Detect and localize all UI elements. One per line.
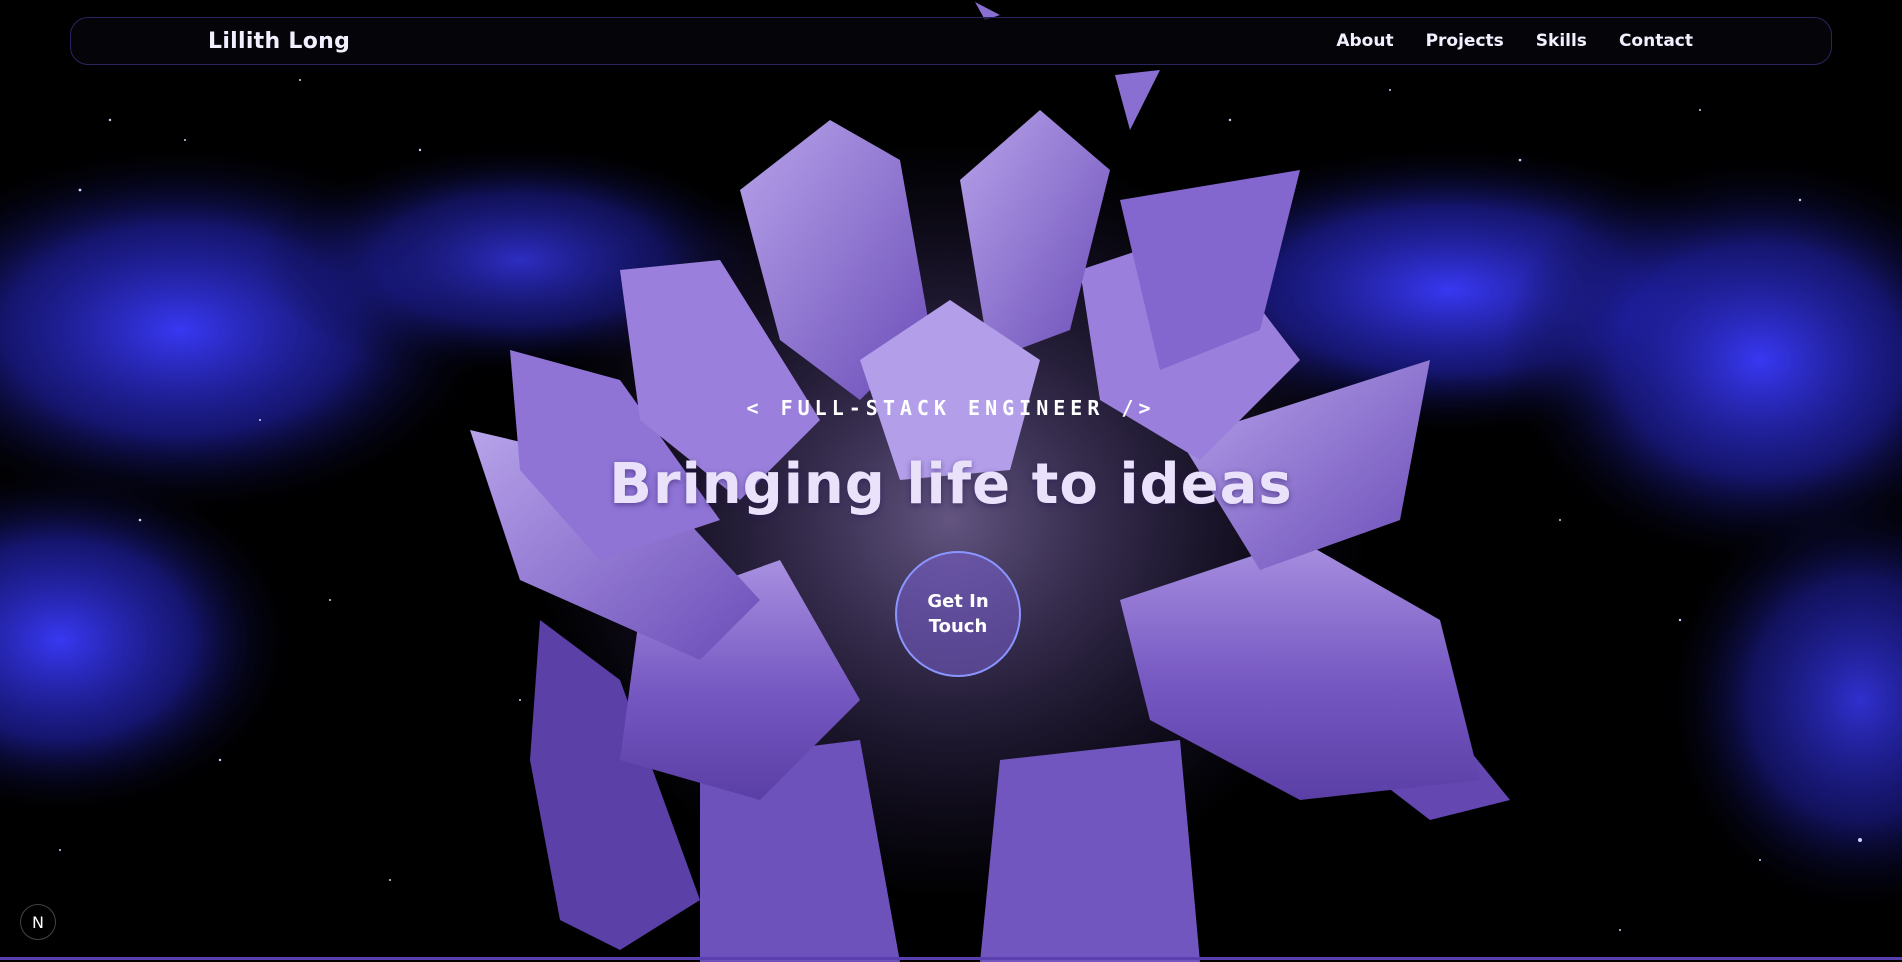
get-in-touch-button[interactable]: Get In Touch [895, 551, 1021, 677]
nextjs-dev-badge[interactable]: N [20, 904, 56, 940]
top-navbar: Lillith Long About Projects Skills Conta… [70, 17, 1832, 65]
nav-link-about[interactable]: About [1336, 31, 1393, 51]
hero-tagline: < FULL-STACK ENGINEER /> [746, 396, 1156, 420]
nav-link-projects[interactable]: Projects [1426, 31, 1504, 51]
nav-link-skills[interactable]: Skills [1536, 31, 1587, 51]
nav-links: About Projects Skills Contact [1336, 31, 1693, 51]
hero-section: < FULL-STACK ENGINEER /> Bringing life t… [0, 0, 1902, 962]
nav-link-contact[interactable]: Contact [1619, 31, 1693, 51]
get-in-touch-label: Get In Touch [927, 591, 989, 637]
bottom-border [0, 957, 1902, 960]
hero-headline: Bringing life to ideas [609, 452, 1293, 517]
brand-logo[interactable]: Lillith Long [208, 29, 350, 54]
nextjs-icon: N [32, 912, 44, 932]
